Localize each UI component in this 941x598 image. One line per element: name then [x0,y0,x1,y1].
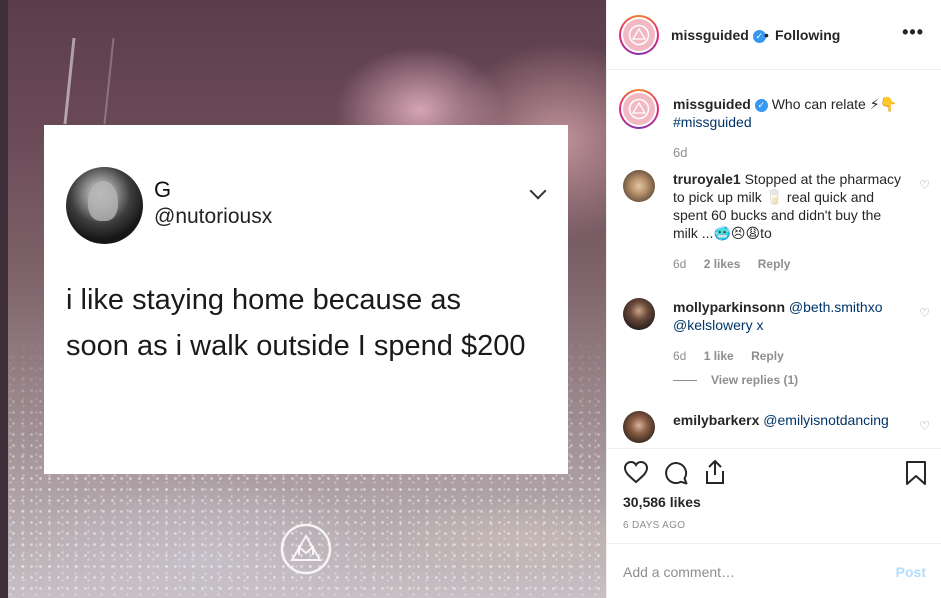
post-header: missguided ✓ • Following ••• [607,0,941,70]
avatar[interactable] [619,15,659,55]
comment-timestamp[interactable]: 6d [673,349,686,363]
avatar[interactable] [623,411,655,443]
mention-link[interactable]: @beth.smithxo [789,299,883,315]
hashtag-link[interactable]: #missguided [673,114,752,130]
tweet-text: i like staying home because as soon as i… [66,284,526,362]
more-options-icon[interactable]: ••• [902,22,924,43]
comment-username[interactable]: truroyale1 [673,171,741,187]
tweet-card: G @nutoriousx i like staying home becaus… [44,125,568,474]
media-left-edge [0,0,8,598]
likes-count[interactable]: 30,586 likes [623,494,701,510]
missguided-logo-icon [280,523,332,575]
avatar[interactable] [619,89,659,129]
caption-timestamp[interactable]: 6d [673,145,687,160]
comment-input[interactable] [623,562,873,582]
comment-text: mollyparkinsonn @beth.smithxo @kelslower… [673,298,903,334]
chevron-down-icon [529,182,547,200]
bookmark-icon[interactable] [905,460,927,486]
comment-timestamp[interactable]: 6d [673,257,686,271]
tweet-author-name: G [154,177,172,202]
caption-text: missguided ✓ Who can relate ⚡👇 #missguide… [673,95,923,131]
caption-username[interactable]: missguided [673,96,751,112]
post-media[interactable]: G @nutoriousx i like staying home becaus… [0,0,606,598]
comment-likes[interactable]: 1 like [704,349,734,363]
comments-list[interactable]: missguided ✓ Who can relate ⚡👇 #missguide… [607,71,941,449]
following-button[interactable]: Following [775,27,840,43]
verified-badge-icon: ✓ [754,98,768,112]
heart-icon[interactable]: ♡ [919,306,930,320]
tweet-avatar [66,167,143,244]
post-details-panel: missguided ✓ • Following ••• missguided ✓ … [606,0,941,598]
username-text: missguided [671,27,749,43]
post-timestamp[interactable]: 6 DAYS AGO [623,520,685,531]
replies-divider [673,380,697,382]
avatar[interactable] [623,170,655,202]
mention-link[interactable]: @kelslowery x [673,317,763,333]
view-replies-label: View replies (1) [711,373,799,387]
username-link[interactable]: missguided ✓ [671,27,766,43]
separator-dot: • [764,27,769,43]
missguided-logo-icon [628,98,650,120]
share-icon[interactable] [703,459,727,485]
caption-body: Who can relate ⚡👇 [771,96,897,112]
heart-icon[interactable]: ♡ [919,178,930,192]
missguided-logo-icon [628,24,650,46]
comment-icon[interactable] [663,460,689,486]
add-comment-bar: Post [607,543,941,598]
comment-meta: 6d 2 likes Reply [673,257,804,271]
avatar[interactable] [623,298,655,330]
comment-text: emilybarkerx @emilyisnotdancing [673,411,903,429]
reply-button[interactable]: Reply [751,349,784,363]
heart-icon[interactable] [623,460,649,484]
post-comment-button[interactable]: Post [896,564,926,580]
comment-username[interactable]: mollyparkinsonn [673,299,785,315]
tweet-author-handle: @nutoriousx [154,205,273,228]
view-replies-button[interactable]: View replies (1) [673,373,812,387]
heart-icon[interactable]: ♡ [919,419,930,433]
comment-username[interactable]: emilybarkerx [673,412,759,428]
comment-likes[interactable]: 2 likes [704,257,741,271]
comment-meta: 6d 1 like Reply [673,349,798,363]
action-bar [607,452,941,496]
mention-link[interactable]: @emilyisnotdancing [763,412,889,428]
comment-text: truroyale1 Stopped at the pharmacy to pi… [673,170,903,242]
reply-button[interactable]: Reply [758,257,791,271]
